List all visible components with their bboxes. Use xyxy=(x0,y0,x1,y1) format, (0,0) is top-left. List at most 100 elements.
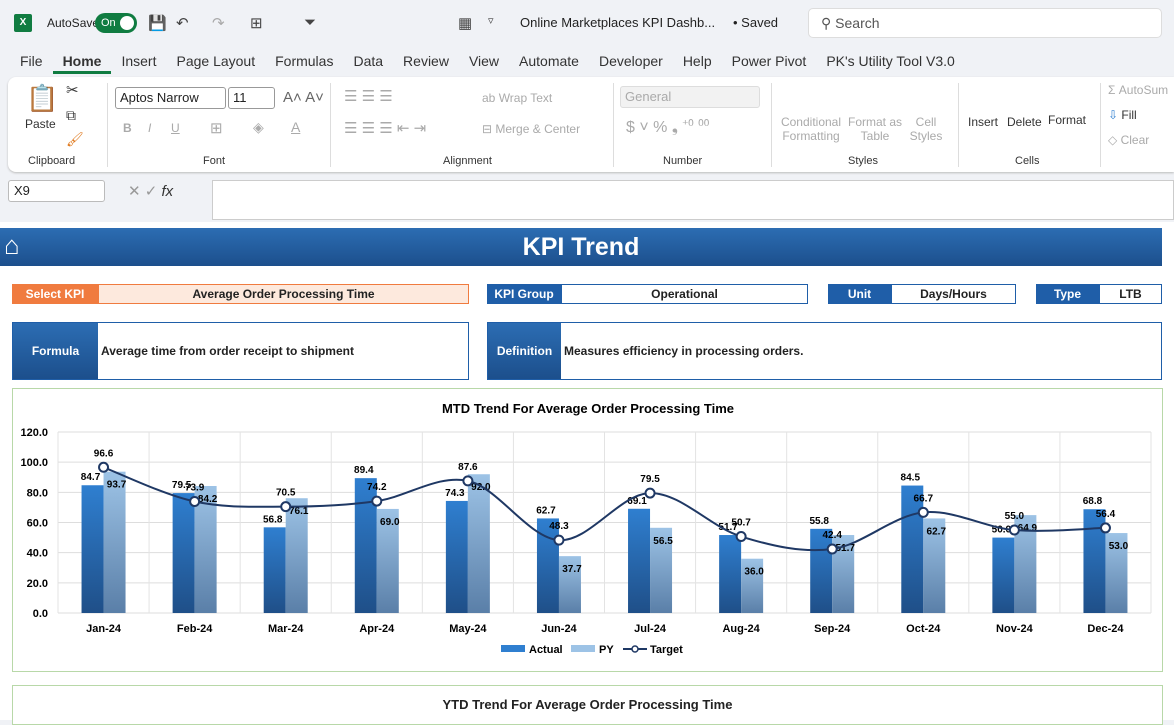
target-data-label: 42.4 xyxy=(822,530,842,541)
name-box[interactable]: X9 xyxy=(8,180,105,202)
target-marker xyxy=(826,543,838,555)
tab-view[interactable]: View xyxy=(459,50,509,74)
font-name-select[interactable]: Aptos Narrow xyxy=(115,87,226,109)
conditional-formatting-button[interactable]: Conditional Formatting xyxy=(778,115,844,143)
search-placeholder: Search xyxy=(835,15,880,31)
target-marker xyxy=(371,495,383,507)
fill-label: Fill xyxy=(1121,108,1137,122)
autosum-label: AutoSum xyxy=(1118,83,1169,97)
paste-icon[interactable]: 📋 xyxy=(26,83,58,114)
py-data-label: 56.5 xyxy=(653,536,673,547)
autosum-button[interactable]: Σ AutoSum xyxy=(1108,83,1168,97)
actual-bar xyxy=(901,485,924,613)
align-top-icon[interactable]: ☰ ☰ ☰ xyxy=(344,87,393,105)
tab-review[interactable]: Review xyxy=(393,50,459,74)
formula-label: Formula xyxy=(13,323,98,379)
tab-page-layout[interactable]: Page Layout xyxy=(166,50,265,74)
x-tick-label: Jan-24 xyxy=(86,623,122,635)
calculator-icon[interactable]: ▦ xyxy=(458,14,472,32)
formula-input[interactable] xyxy=(212,180,1174,220)
x-tick-label: Jul-24 xyxy=(634,623,667,635)
font-color-icon[interactable]: A xyxy=(291,119,300,135)
tab-developer[interactable]: Developer xyxy=(589,50,673,74)
copy-icon[interactable]: ⧉ xyxy=(66,107,76,124)
x-tick-label: Oct-24 xyxy=(906,623,941,635)
actual-bar xyxy=(445,500,468,613)
mtd-chart-svg: MTD Trend For Average Order Processing T… xyxy=(20,401,1152,656)
saved-status[interactable]: • Saved xyxy=(733,15,778,30)
borders-icon[interactable]: ⊞ xyxy=(250,14,263,32)
target-data-label: 87.6 xyxy=(458,462,478,473)
tab-help[interactable]: Help xyxy=(673,50,722,74)
actual-data-label: 84.5 xyxy=(901,473,921,484)
wrap-text-icon: ab xyxy=(482,91,499,105)
clear-button[interactable]: ◇ Clear xyxy=(1108,133,1149,147)
py-data-label: 93.7 xyxy=(107,480,127,491)
redo-icon[interactable]: ↷ xyxy=(212,14,225,32)
number-format-select[interactable]: General xyxy=(620,86,760,108)
x-tick-label: Aug-24 xyxy=(722,623,760,635)
y-tick-label: 40.0 xyxy=(27,548,48,560)
actual-data-label: 56.8 xyxy=(263,514,283,525)
tab-formulas[interactable]: Formulas xyxy=(265,50,343,74)
mtd-chart: MTD Trend For Average Order Processing T… xyxy=(12,388,1163,672)
tab-file[interactable]: File xyxy=(10,50,53,74)
py-data-label: 76.1 xyxy=(289,506,309,517)
cut-icon[interactable]: ✂ xyxy=(66,81,79,99)
actual-data-label: 89.4 xyxy=(354,465,374,476)
search-box[interactable]: ⚲ Search xyxy=(808,8,1162,38)
fill-button[interactable]: ⇩ Fill xyxy=(1108,108,1137,122)
x-tick-label: Sep-24 xyxy=(814,623,851,635)
cell-styles-button[interactable]: Cell Styles xyxy=(903,115,949,143)
fill-color-icon[interactable]: ◈ xyxy=(253,119,264,136)
save-icon[interactable]: 💾 xyxy=(148,14,167,32)
py-data-label: 36.0 xyxy=(744,567,764,578)
tab-pk-utility[interactable]: PK's Utility Tool V3.0 xyxy=(816,50,964,74)
font-size-select[interactable]: 11 xyxy=(228,87,275,109)
formula-box: Formula Average time from order receipt … xyxy=(12,322,469,380)
actual-bar xyxy=(810,528,833,613)
underline-icon[interactable]: U xyxy=(171,121,180,135)
format-as-table-button[interactable]: Format as Table xyxy=(848,115,902,143)
insert-cells-button[interactable]: Insert xyxy=(968,115,998,129)
autosave-toggle[interactable]: On xyxy=(95,13,137,33)
document-title: Online Marketplaces KPI Dashb... xyxy=(520,15,716,30)
tab-home[interactable]: Home xyxy=(52,50,112,74)
tab-data[interactable]: Data xyxy=(343,50,393,74)
tab-insert[interactable]: Insert xyxy=(111,50,166,74)
align-left-icon[interactable]: ☰ ☰ ☰ ⇤ ⇥ xyxy=(344,119,426,137)
home-icon[interactable]: ⌂ xyxy=(4,230,20,261)
target-data-label: 70.5 xyxy=(276,488,296,499)
legend-py-swatch xyxy=(571,645,595,652)
actual-data-label: 74.3 xyxy=(445,488,465,499)
format-cells-button[interactable]: Format xyxy=(1048,113,1086,127)
eraser-icon: ◇ xyxy=(1108,133,1121,147)
format-painter-icon[interactable]: 🖌 xyxy=(66,131,84,148)
undo-icon[interactable]: ↶ xyxy=(176,14,189,32)
italic-icon[interactable]: I xyxy=(148,121,151,135)
tab-power-pivot[interactable]: Power Pivot xyxy=(722,50,817,74)
wrap-text-button[interactable]: ab Wrap Text xyxy=(482,91,552,105)
py-bar xyxy=(103,471,126,613)
target-marker xyxy=(735,531,747,543)
cancel-confirm-icons[interactable]: ✕ ✓ fx xyxy=(128,182,173,200)
kpi-group-label: KPI Group xyxy=(487,284,561,304)
definition-box: Definition Measures efficiency in proces… xyxy=(487,322,1162,380)
styles-group-label: Styles xyxy=(848,155,878,167)
target-marker xyxy=(917,506,929,518)
actual-data-label: 84.7 xyxy=(81,472,101,483)
increase-font-icon[interactable]: A˄ A˅ xyxy=(283,89,324,106)
bold-icon[interactable]: B xyxy=(123,121,132,135)
customize-toolbar-icon[interactable]: ▿ xyxy=(488,14,494,27)
delete-cells-button[interactable]: Delete xyxy=(1007,115,1042,129)
select-kpi-dropdown[interactable]: Average Order Processing Time xyxy=(98,284,469,304)
x-tick-label: Nov-24 xyxy=(996,623,1034,635)
currency-icon[interactable]: $ ˅ % ❟ ⁺⁰ ⁰⁰ xyxy=(626,119,709,137)
legend-actual-label: Actual xyxy=(529,644,563,656)
merge-center-button[interactable]: ⊟ Merge & Center xyxy=(482,122,580,136)
borders-button-icon[interactable]: ⊞ xyxy=(210,119,223,137)
paste-button[interactable]: Paste xyxy=(25,117,56,131)
actual-bar xyxy=(719,535,742,613)
tab-automate[interactable]: Automate xyxy=(509,50,589,74)
filter-icon[interactable]: ⏷ xyxy=(304,14,316,31)
